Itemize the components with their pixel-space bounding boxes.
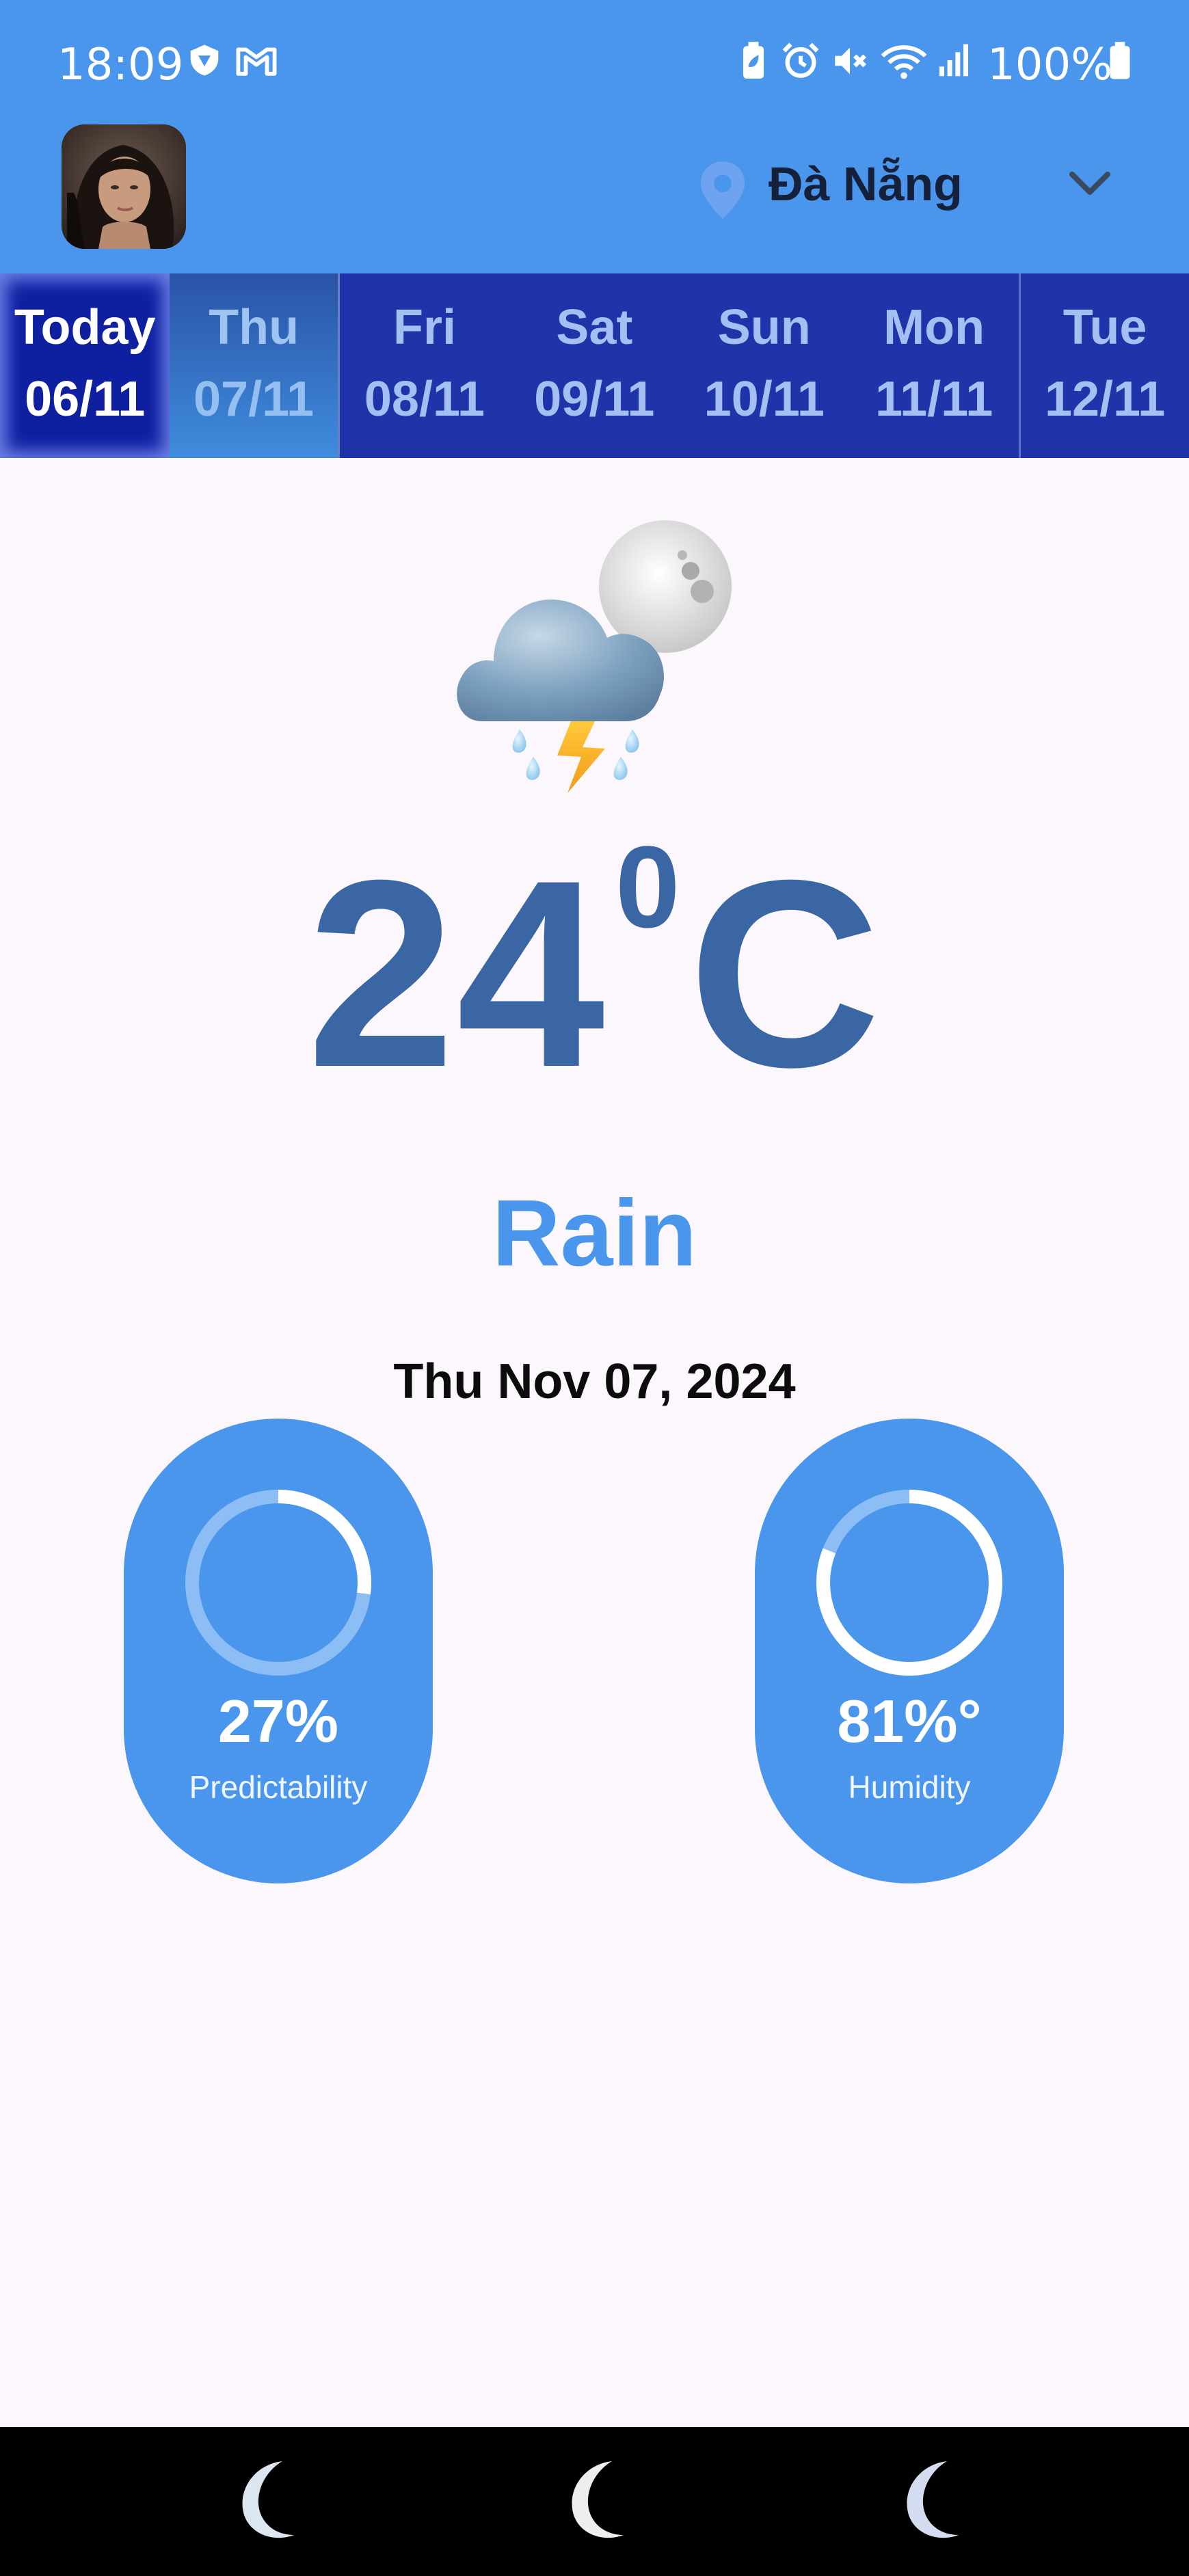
predictability-label: Predictability [189, 1769, 368, 1805]
tab-date-label: 11/11 [875, 372, 993, 427]
tab-day-label: Today [14, 300, 156, 355]
humidity-value: 81%° [837, 1687, 982, 1755]
mute-icon [835, 47, 866, 75]
tab-date-label: 12/11 [1044, 372, 1166, 427]
tab-fri[interactable]: Fri 08/11 [340, 273, 509, 458]
chevron-down-icon [1069, 172, 1110, 195]
gmail-icon [236, 47, 277, 76]
tab-day-label: Mon [883, 300, 985, 355]
tab-date-label: 08/11 [364, 372, 485, 427]
tab-date-label: 09/11 [534, 372, 655, 427]
status-time: 18:09 [57, 40, 184, 90]
tab-day-label: Sun [717, 300, 811, 355]
battery-percent: 100% [987, 40, 1112, 90]
humidity-ring [816, 1490, 1002, 1676]
predictability-ring [185, 1490, 371, 1676]
tab-date-label: 07/11 [193, 372, 315, 427]
location-name: Đà Nẵng [769, 157, 963, 211]
tab-date-label: 10/11 [704, 372, 825, 427]
shield-icon [190, 44, 219, 76]
tab-sun[interactable]: Sun 10/11 [680, 273, 849, 458]
wifi-icon [881, 45, 927, 79]
predictability-card: 27% Predictability [124, 1419, 433, 1883]
tab-date-label: 06/11 [25, 372, 146, 427]
forecast-date: Thu Nov 07, 2024 [393, 1354, 796, 1409]
bottom-nav-bar [0, 2427, 1189, 2576]
tab-tue[interactable]: Tue 12/11 [1019, 273, 1188, 458]
tab-day-label: Tue [1063, 300, 1147, 355]
status-bar: 18:09 100% [0, 0, 1189, 126]
day-tabs: Today 06/11 Thu 07/11 Fri 08/11 Sat 09/1… [0, 273, 1189, 458]
temperature-value: 24 [306, 824, 606, 1123]
signal-icon [939, 44, 968, 77]
tab-mon[interactable]: Mon 11/11 [849, 273, 1019, 458]
tab-today[interactable]: Today 06/11 [0, 273, 170, 458]
tab-sat[interactable]: Sat 09/11 [509, 273, 679, 458]
tab-day-label: Thu [209, 300, 299, 355]
humidity-label: Humidity [848, 1769, 971, 1805]
crescent-moon-icon[interactable] [217, 2447, 320, 2550]
crescent-moon-icon[interactable] [882, 2447, 985, 2550]
predictability-value: 27% [217, 1687, 339, 1755]
degree-mark: 0 [615, 822, 680, 952]
location-selector[interactable]: Đà Nẵng [696, 154, 1134, 222]
temperature-display: 24 C 0 [0, 820, 1189, 1127]
temperature-unit: C [688, 824, 883, 1123]
alarm-icon [782, 42, 819, 78]
location-pin-icon [700, 161, 745, 219]
humidity-card: 81%° Humidity [755, 1419, 1064, 1883]
tab-thu[interactable]: Thu 07/11 [170, 273, 340, 458]
crescent-moon-icon[interactable] [547, 2447, 650, 2550]
battery-icon [1110, 42, 1130, 79]
battery-saver-icon [743, 42, 764, 79]
thunderstorm-night-icon [457, 520, 732, 793]
profile-avatar[interactable] [62, 124, 186, 249]
tab-day-label: Fri [392, 300, 456, 355]
tab-day-label: Sat [556, 300, 633, 355]
weather-condition: Rain [492, 1181, 697, 1286]
